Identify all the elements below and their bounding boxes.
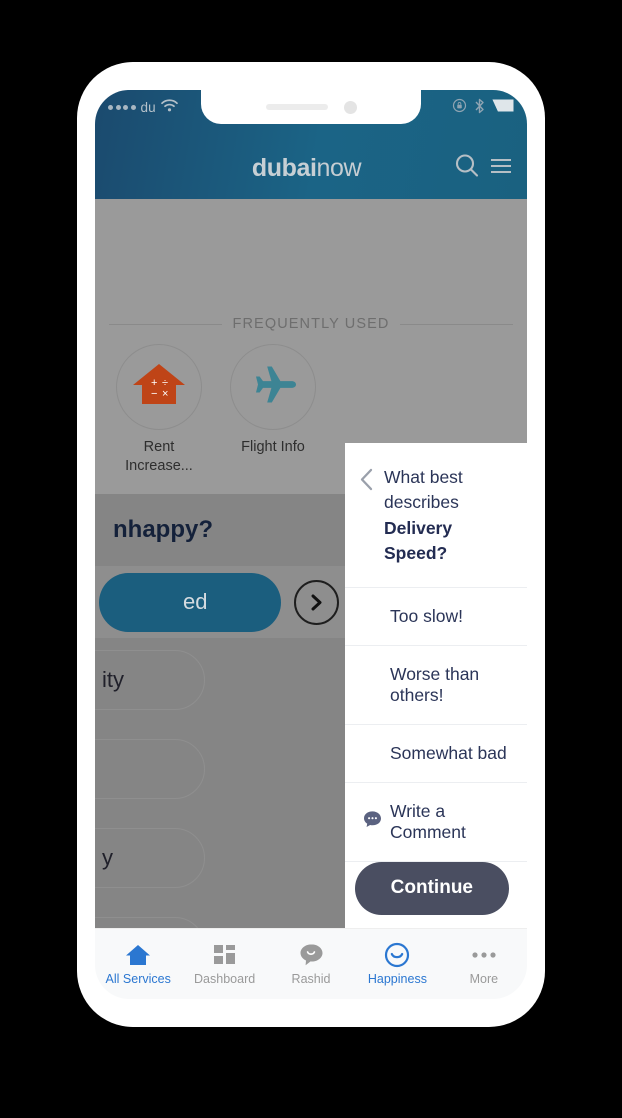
search-icon[interactable] — [452, 151, 482, 186]
nav-item-dashboard[interactable]: Dashboard — [181, 943, 267, 986]
nav-item-label: Rashid — [291, 971, 331, 986]
freq-tile-label: Rent Increase... — [125, 439, 193, 474]
chat-bubble-icon — [299, 943, 323, 967]
survey-option-worse-than-others[interactable]: Worse than others! — [345, 646, 527, 725]
continue-button-row: Continue — [345, 861, 527, 939]
battery-icon — [492, 99, 514, 115]
survey-overlay-panel: What best describes Delivery Speed? Too … — [345, 443, 527, 929]
background-option[interactable]: y — [95, 828, 205, 888]
house-calculator-icon: + ÷ − × — [131, 360, 187, 415]
survey-question-header: What best describes Delivery Speed? — [345, 443, 527, 588]
svg-text:−: − — [151, 388, 157, 400]
nav-item-label: Happiness — [367, 971, 427, 986]
speaker-grille — [265, 104, 328, 110]
survey-option-somewhat-bad[interactable]: Somewhat bad — [345, 725, 527, 783]
freq-tile-label: Flight Info — [241, 439, 305, 455]
survey-option-label: Too slow! — [390, 605, 463, 626]
frequently-used-title: FREQUENTLY USED — [232, 316, 390, 332]
survey-option-label: Worse than others! — [390, 663, 480, 705]
background-option-label: y — [102, 845, 113, 870]
freq-tile-circle — [230, 344, 316, 430]
app-logo-light: now — [316, 153, 362, 182]
header-row: dubainow — [95, 140, 527, 196]
survey-option-write-a-comment[interactable]: Write a Comment — [345, 783, 527, 862]
survey-question-text: What best describes Delivery Speed? — [384, 465, 509, 567]
status-bar-left: du — [108, 99, 178, 115]
survey-option-label: Write a Comment — [390, 800, 466, 842]
freq-tile-circle: + ÷ − × — [116, 344, 202, 430]
bottom-navigation-bar: All Services Dashboard Rashid Happiness … — [95, 928, 527, 999]
phone-notch — [201, 90, 421, 124]
divider-left — [109, 323, 222, 325]
frequently-used-tiles: + ÷ − × Rent Increase... Flight Info — [109, 344, 323, 475]
nav-item-more[interactable]: More — [441, 943, 527, 986]
ellipsis-icon — [471, 943, 497, 967]
app-logo-bold: dubai — [251, 153, 317, 182]
hamburger-menu-icon[interactable] — [489, 154, 513, 183]
front-camera — [343, 100, 357, 114]
nav-item-label: More — [469, 971, 499, 986]
nav-item-happiness[interactable]: Happiness — [354, 942, 440, 986]
freq-tile-flight-info[interactable]: Flight Info — [223, 344, 323, 475]
nav-item-label: All Services — [105, 971, 171, 986]
home-icon — [125, 943, 151, 967]
question-line-2: Delivery Speed? — [384, 517, 453, 564]
dashboard-grid-icon — [213, 943, 237, 967]
bluetooth-icon — [474, 98, 485, 117]
background-survey-title: nhappy? — [113, 516, 213, 543]
chevron-left-icon[interactable] — [359, 465, 374, 567]
background-option[interactable]: ity — [95, 650, 205, 710]
background-option-label: ity — [102, 667, 124, 692]
header-actions — [452, 151, 513, 186]
frequently-used-header: FREQUENTLY USED — [95, 316, 527, 332]
background-option[interactable] — [95, 739, 205, 799]
nav-item-label: Dashboard — [194, 971, 256, 986]
phone-screen: dubainow du FREQUENTLY USED + ÷ − × Rent… — [95, 90, 527, 999]
divider-right — [400, 323, 513, 325]
chevron-right-circle-icon[interactable] — [294, 579, 339, 625]
survey-option-too-slow[interactable]: Too slow! — [345, 588, 527, 646]
airplane-icon — [246, 361, 300, 414]
wifi-icon — [160, 99, 178, 115]
phone-frame: dubainow du FREQUENTLY USED + ÷ − × Rent… — [77, 62, 545, 1027]
freq-tile-rent-increase[interactable]: + ÷ − × Rent Increase... — [109, 344, 209, 475]
nav-item-rashid[interactable]: Rashid — [268, 943, 354, 986]
question-line-1: What best describes — [384, 467, 463, 513]
signal-strength-icon — [108, 104, 136, 110]
nav-item-all-services[interactable]: All Services — [95, 943, 181, 986]
comment-bubble-icon — [363, 810, 382, 834]
status-bar-right — [452, 98, 514, 117]
continue-button[interactable]: Continue — [354, 861, 509, 915]
background-selected-pill[interactable]: ed — [99, 572, 281, 632]
smiley-face-icon — [384, 942, 410, 967]
carrier-label: du — [140, 99, 156, 115]
rotation-lock-icon — [452, 98, 467, 116]
svg-text:×: × — [162, 388, 168, 400]
survey-option-label: Somewhat bad — [390, 742, 507, 763]
app-logo: dubainow — [109, 154, 452, 183]
